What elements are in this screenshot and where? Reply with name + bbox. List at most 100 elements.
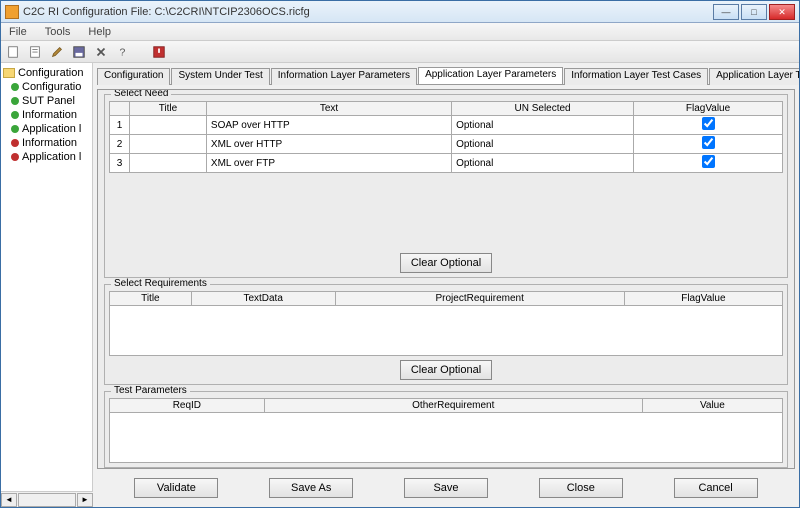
test-parameters-table[interactable]: ReqIDOtherRequirementValue	[109, 398, 783, 413]
status-dot-icon	[11, 83, 19, 91]
select-need-group: Select Need TitleTextUN SelectedFlagValu…	[104, 94, 788, 278]
column-header[interactable]: TextData	[191, 292, 335, 306]
menubar: File Tools Help	[1, 23, 799, 41]
save-icon[interactable]	[71, 44, 87, 60]
flag-checkbox[interactable]	[702, 155, 715, 168]
cell-title[interactable]	[130, 135, 207, 154]
help-icon[interactable]: ?	[115, 44, 131, 60]
cell-unselected[interactable]: Optional	[452, 154, 634, 173]
requirements-table[interactable]: TitleTextDataProjectRequirementFlagValue	[109, 291, 783, 306]
select-requirements-legend: Select Requirements	[111, 278, 210, 289]
maximize-button[interactable]: □	[741, 4, 767, 20]
tree-item[interactable]: Application l	[11, 151, 90, 163]
column-header[interactable]: Title	[110, 292, 192, 306]
status-dot-icon	[11, 153, 19, 161]
validate-button[interactable]: Validate	[134, 478, 218, 498]
tab-panel: Select Need TitleTextUN SelectedFlagValu…	[97, 89, 795, 469]
clear-optional-reqs-button[interactable]: Clear Optional	[400, 360, 492, 380]
cell-title[interactable]	[130, 154, 207, 173]
tree-item-label: Application l	[22, 123, 81, 135]
tree-item[interactable]: SUT Panel	[11, 95, 90, 107]
tab-application-layer-parameters[interactable]: Application Layer Parameters	[418, 67, 563, 84]
tree-scrollbar[interactable]: ◄ ►	[1, 491, 93, 507]
scroll-left-icon[interactable]: ◄	[1, 493, 17, 507]
titlebar: C2C RI Configuration File: C:\C2CRI\NTCI…	[1, 1, 799, 23]
tree-item-label: SUT Panel	[22, 95, 75, 107]
column-header[interactable]: Title	[130, 102, 207, 116]
minimize-button[interactable]: —	[713, 4, 739, 20]
cell-unselected[interactable]: Optional	[452, 116, 634, 135]
app-icon	[5, 5, 19, 19]
cancel-button[interactable]: Cancel	[674, 478, 758, 498]
cell-unselected[interactable]: Optional	[452, 135, 634, 154]
scroll-track[interactable]	[18, 493, 76, 507]
tree-item[interactable]: Configuratio	[11, 81, 90, 93]
tree-item[interactable]: Information	[11, 137, 90, 149]
tab-system-under-test[interactable]: System Under Test	[171, 68, 269, 85]
content-area: Configuration Configuratio SUT Panel Infor…	[1, 63, 799, 507]
test-parameters-legend: Test Parameters	[111, 385, 190, 396]
column-header[interactable]: Text	[206, 102, 451, 116]
column-header[interactable]: FlagValue	[624, 292, 782, 306]
menu-tools[interactable]: Tools	[41, 25, 75, 39]
close-button[interactable]: ✕	[769, 4, 795, 20]
tree-item-label: Information	[22, 109, 77, 121]
cell-text[interactable]: XML over HTTP	[206, 135, 451, 154]
table-row[interactable]: 1SOAP over HTTPOptional	[110, 116, 783, 135]
tree-item[interactable]: Information	[11, 109, 90, 121]
scroll-right-icon[interactable]: ►	[77, 493, 93, 507]
status-dot-icon	[11, 139, 19, 147]
cell-text[interactable]: XML over FTP	[206, 154, 451, 173]
saveas-button[interactable]: Save As	[269, 478, 353, 498]
new-icon[interactable]	[5, 44, 21, 60]
cell-text[interactable]: SOAP over HTTP	[206, 116, 451, 135]
select-requirements-group: Select Requirements TitleTextDataProject…	[104, 284, 788, 385]
main-panel: ConfigurationSystem Under TestInformatio…	[93, 63, 799, 507]
open-icon[interactable]	[27, 44, 43, 60]
menu-help[interactable]: Help	[84, 25, 115, 39]
tree-item-label: Application l	[22, 151, 81, 163]
row-number: 3	[110, 154, 130, 173]
column-header[interactable]: UN Selected	[452, 102, 634, 116]
status-dot-icon	[11, 97, 19, 105]
tab-configuration[interactable]: Configuration	[97, 68, 170, 85]
tab-strip: ConfigurationSystem Under TestInformatio…	[97, 67, 795, 85]
footer-buttons: Validate Save As Save Close Cancel	[97, 473, 795, 503]
tab-information-layer-parameters[interactable]: Information Layer Parameters	[271, 68, 417, 85]
column-header[interactable]: ReqID	[110, 399, 265, 413]
tree-root-label: Configuration	[18, 67, 83, 79]
table-row[interactable]: 3 XML over FTPOptional	[110, 154, 783, 173]
window-controls: — □ ✕	[713, 4, 795, 20]
tab-information-layer-test-cases[interactable]: Information Layer Test Cases	[564, 68, 708, 85]
status-dot-icon	[11, 125, 19, 133]
column-header[interactable]	[110, 102, 130, 116]
app-window: C2C RI Configuration File: C:\C2CRI\NTCI…	[0, 0, 800, 508]
cell-flagvalue[interactable]	[634, 135, 783, 154]
test-parameters-group: Test Parameters ReqIDOtherRequirementVal…	[104, 391, 788, 468]
clear-optional-needs-button[interactable]: Clear Optional	[400, 253, 492, 273]
settings-icon[interactable]	[93, 44, 109, 60]
tab-application-layer-test-cases[interactable]: Application Layer Test Cases	[709, 68, 799, 85]
tree-item-label: Information	[22, 137, 77, 149]
flag-checkbox[interactable]	[702, 117, 715, 130]
column-header[interactable]: Value	[642, 399, 782, 413]
cell-title[interactable]	[130, 116, 207, 135]
cell-flagvalue[interactable]	[634, 154, 783, 173]
needs-table[interactable]: TitleTextUN SelectedFlagValue 1SOAP over…	[109, 101, 783, 173]
tree-root[interactable]: Configuration	[3, 67, 90, 79]
svg-text:?: ?	[120, 46, 126, 58]
save-button[interactable]: Save	[404, 478, 488, 498]
tree-item-label: Configuratio	[22, 81, 81, 93]
tree-item[interactable]: Application l	[11, 123, 90, 135]
select-need-legend: Select Need	[111, 89, 171, 99]
edit-icon[interactable]	[49, 44, 65, 60]
cell-flagvalue[interactable]	[634, 116, 783, 135]
column-header[interactable]: OtherRequirement	[264, 399, 642, 413]
table-row[interactable]: 2XML over HTTPOptional	[110, 135, 783, 154]
column-header[interactable]: ProjectRequirement	[335, 292, 624, 306]
exit-icon[interactable]	[151, 44, 167, 60]
close-window-button[interactable]: Close	[539, 478, 623, 498]
menu-file[interactable]: File	[5, 25, 31, 39]
column-header[interactable]: FlagValue	[634, 102, 783, 116]
flag-checkbox[interactable]	[702, 136, 715, 149]
